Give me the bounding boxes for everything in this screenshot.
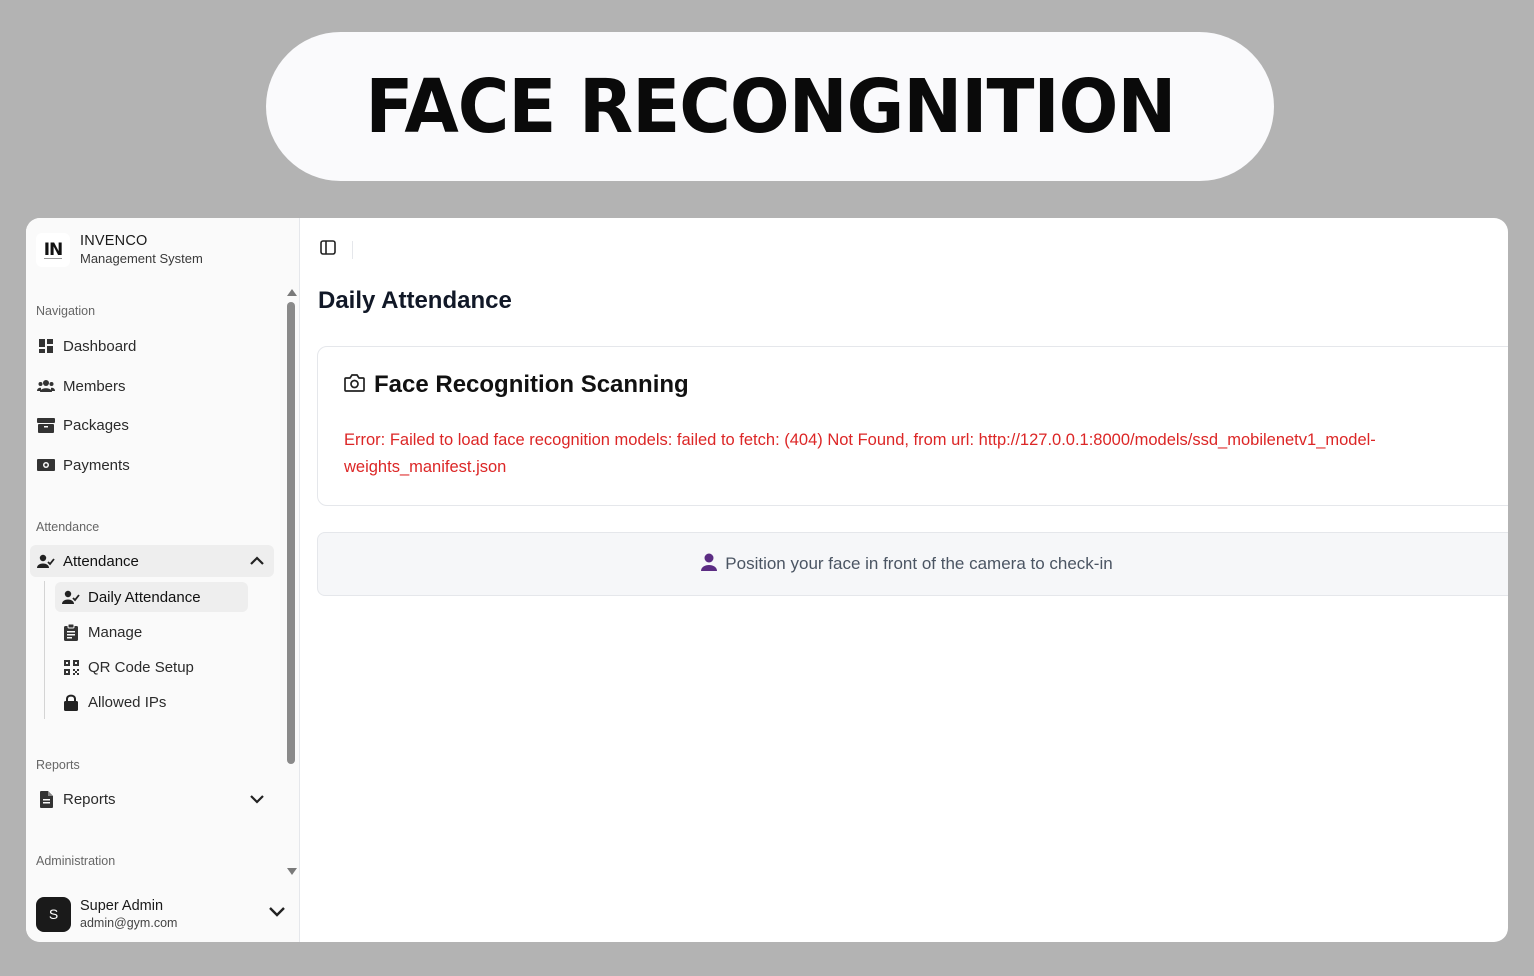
- qr-code-icon: [61, 657, 81, 677]
- title-banner: FACE RECONGNITION: [266, 32, 1274, 181]
- app-window: IN INVENCO Management System Navigation …: [26, 218, 1508, 942]
- chevron-down-icon[interactable]: [268, 904, 286, 922]
- section-label-navigation: Navigation: [36, 304, 96, 318]
- sidebar-scrollbar[interactable]: [287, 302, 295, 764]
- section-label-attendance: Attendance: [36, 520, 100, 534]
- sidebar-item-label: Attendance: [63, 552, 139, 570]
- main-content: Daily Attendance Face Recognition Scanni…: [300, 218, 1508, 942]
- chevron-up-icon[interactable]: [248, 552, 266, 570]
- user-check-icon: [36, 551, 56, 571]
- error-message: Error: Failed to load face recognition m…: [344, 431, 1376, 476]
- sidebar-item-label: Members: [63, 377, 126, 395]
- page-title: Daily Attendance: [318, 287, 512, 314]
- sidebar-item-label: QR Code Setup: [88, 658, 194, 676]
- sidebar-item-dashboard[interactable]: Dashboard: [30, 330, 274, 362]
- sidebar-item-qr-code-setup[interactable]: QR Code Setup: [55, 652, 248, 682]
- sidebar-item-label: Allowed IPs: [88, 693, 167, 711]
- sidebar-item-label: Daily Attendance: [88, 588, 201, 606]
- sidebar-item-attendance[interactable]: Attendance: [30, 545, 274, 577]
- sidebar-item-members[interactable]: Members: [30, 370, 274, 402]
- user-menu[interactable]: S Super Admin admin@gym.com: [36, 894, 286, 934]
- section-label-reports: Reports: [36, 758, 80, 772]
- dashboard-icon: [36, 336, 56, 356]
- scroll-down-arrow[interactable]: [287, 868, 297, 875]
- sidebar-item-label: Manage: [88, 623, 143, 641]
- brand-subtitle: Management System: [80, 251, 203, 266]
- sidebar-item-daily-attendance[interactable]: Daily Attendance: [55, 582, 248, 612]
- banner-title: FACE RECONGNITION: [364, 63, 1176, 150]
- money-icon: [36, 455, 56, 475]
- card-title: Face Recognition Scanning: [374, 371, 689, 398]
- subnav-guide: [44, 581, 45, 719]
- sidebar-item-packages[interactable]: Packages: [30, 409, 274, 441]
- checkin-notice: Position your face in front of the camer…: [317, 532, 1508, 596]
- file-icon: [36, 789, 56, 809]
- brand-name: INVENCO: [80, 233, 148, 249]
- notice-text: Position your face in front of the camer…: [725, 554, 1113, 573]
- user-check-icon: [61, 587, 81, 607]
- panel-left-icon: [320, 240, 336, 260]
- user-name: Super Admin: [80, 897, 164, 914]
- sidebar: IN INVENCO Management System Navigation …: [26, 218, 300, 942]
- sidebar-item-payments[interactable]: Payments: [30, 449, 274, 481]
- sidebar-item-manage[interactable]: Manage: [55, 617, 248, 647]
- avatar: S: [36, 896, 71, 932]
- lock-icon: [61, 692, 81, 712]
- section-label-administration: Administration: [36, 854, 116, 868]
- camera-icon: [344, 373, 365, 397]
- chevron-down-icon[interactable]: [248, 790, 266, 808]
- box-icon: [36, 415, 56, 435]
- sidebar-item-reports[interactable]: Reports: [30, 783, 274, 815]
- toolbar-divider: [352, 241, 353, 259]
- sidebar-item-label: Packages: [63, 416, 129, 434]
- brand[interactable]: IN INVENCO Management System: [36, 232, 203, 268]
- sidebar-item-label: Payments: [63, 456, 130, 474]
- sidebar-item-label: Dashboard: [63, 337, 137, 355]
- sidebar-item-allowed-ips[interactable]: Allowed IPs: [55, 687, 248, 717]
- user-email: admin@gym.com: [80, 915, 178, 930]
- clipboard-icon: [61, 622, 81, 642]
- sidebar-toggle-button[interactable]: [318, 240, 338, 260]
- person-icon: [701, 553, 718, 576]
- scroll-up-arrow[interactable]: [287, 289, 297, 296]
- brand-logo: IN: [36, 233, 70, 267]
- face-recognition-card: Face Recognition Scanning Error: Failed …: [317, 346, 1508, 506]
- sidebar-item-label: Reports: [63, 790, 116, 808]
- users-icon: [36, 376, 56, 396]
